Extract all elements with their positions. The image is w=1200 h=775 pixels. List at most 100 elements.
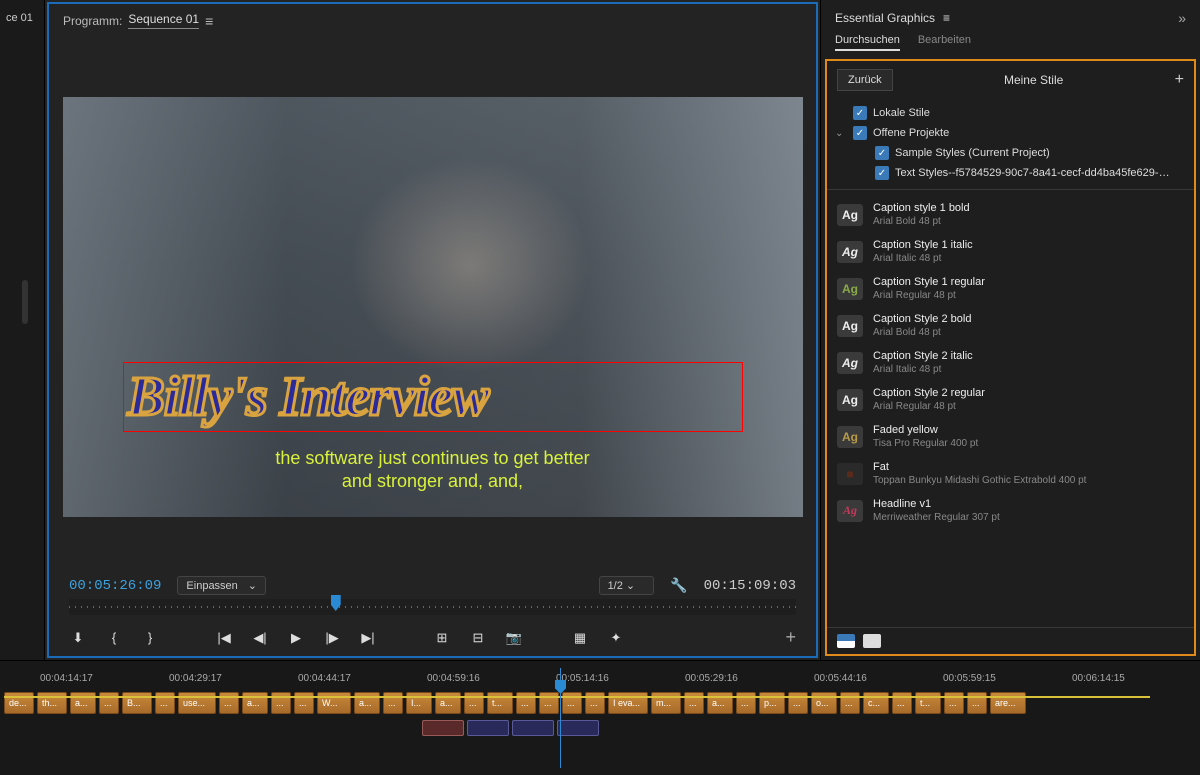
step-back-icon[interactable]: ◀| bbox=[251, 629, 269, 647]
style-item[interactable]: Ag Caption style 1 bold Arial Bold 48 pt bbox=[827, 196, 1194, 233]
step-forward-icon[interactable]: |▶ bbox=[323, 629, 341, 647]
panel-menu-icon[interactable]: ≡ bbox=[943, 11, 950, 25]
graphics-track[interactable] bbox=[418, 718, 1200, 738]
tree-text-styles[interactable]: ✓ Text Styles--f5784529-90c7-8a41-cecf-d… bbox=[833, 163, 1188, 183]
ruler-tick: 00:05:29:16 bbox=[685, 673, 814, 684]
ruler-tick: 00:05:14:16 bbox=[556, 673, 685, 684]
style-font-info: Arial Italic 48 pt bbox=[873, 364, 973, 375]
styles-list[interactable]: Ag Caption style 1 bold Arial Bold 48 pt… bbox=[827, 190, 1194, 627]
tree-local-styles[interactable]: ✓ Lokale Stile bbox=[833, 103, 1188, 123]
caption-track[interactable]: de...th...a......B......use......a......… bbox=[0, 690, 1200, 718]
transport-controls: ⬇ { } |◀ ◀| ▶ |▶ ▶| ⊞ ⊟ 📷 ▦ ✦ + bbox=[49, 621, 816, 656]
ruler-tick: 00:04:44:17 bbox=[298, 673, 427, 684]
work-area-bar[interactable] bbox=[4, 696, 1150, 698]
insert-icon[interactable]: ▦ bbox=[571, 629, 589, 647]
style-swatch: Ag bbox=[837, 500, 863, 522]
extract-icon[interactable]: ⊟ bbox=[469, 629, 487, 647]
sequence-name[interactable]: Sequence 01 bbox=[128, 12, 199, 29]
style-name: Caption Style 2 italic bbox=[873, 350, 973, 362]
timeline-panel[interactable]: 00:04:14:1700:04:29:1700:04:44:1700:04:5… bbox=[0, 661, 1200, 775]
ruler-tick: 00:05:44:16 bbox=[814, 673, 943, 684]
style-name: Caption Style 2 regular bbox=[873, 387, 985, 399]
panel-resize-handle[interactable] bbox=[22, 280, 28, 324]
export-frame-icon[interactable]: 📷 bbox=[505, 629, 523, 647]
mark-clip-icon[interactable]: ⬇ bbox=[69, 629, 87, 647]
ruler-tick: 00:04:29:17 bbox=[169, 673, 298, 684]
style-item[interactable]: Ag Headline v1 Merriweather Regular 307 … bbox=[827, 492, 1194, 529]
program-monitor-panel: Programm: Sequence 01 ≡ Billy's Intervie… bbox=[47, 2, 818, 658]
style-swatch: ■ bbox=[837, 463, 863, 485]
style-item[interactable]: Ag Caption Style 2 bold Arial Bold 48 pt bbox=[827, 307, 1194, 344]
style-font-info: Arial Bold 48 pt bbox=[873, 216, 970, 227]
style-name: Faded yellow bbox=[873, 424, 978, 436]
tab-edit[interactable]: Bearbeiten bbox=[918, 34, 971, 51]
project-sidebar: ce 01 bbox=[0, 0, 45, 660]
style-item[interactable]: ■ Fat Toppan Bunkyu Midashi Gothic Extra… bbox=[827, 455, 1194, 492]
style-item[interactable]: Ag Faded yellow Tisa Pro Regular 400 pt bbox=[827, 418, 1194, 455]
add-style-icon[interactable]: + bbox=[1175, 71, 1184, 89]
add-button-icon[interactable]: + bbox=[785, 627, 796, 648]
my-styles-panel: Zurück Meine Stile + ✓ Lokale Stile ⌄ ✓ … bbox=[825, 59, 1196, 656]
checkbox-icon[interactable]: ✓ bbox=[875, 146, 889, 160]
style-swatch: Ag bbox=[837, 426, 863, 448]
overwrite-icon[interactable]: ✦ bbox=[607, 629, 625, 647]
style-swatch: Ag bbox=[837, 389, 863, 411]
checkbox-icon[interactable]: ✓ bbox=[875, 166, 889, 180]
play-icon[interactable]: ▶ bbox=[287, 629, 305, 647]
program-viewer[interactable]: Billy's Interview the software just cont… bbox=[63, 97, 803, 517]
program-playhead[interactable] bbox=[331, 595, 341, 611]
checkbox-icon[interactable]: ✓ bbox=[853, 106, 867, 120]
timeline-ruler[interactable]: 00:04:14:1700:04:29:1700:04:44:1700:04:5… bbox=[0, 669, 1200, 690]
ruler-tick: 00:04:14:17 bbox=[40, 673, 169, 684]
graphic-clip[interactable] bbox=[467, 720, 509, 736]
style-item[interactable]: Ag Caption Style 1 regular Arial Regular… bbox=[827, 270, 1194, 307]
style-name: Headline v1 bbox=[873, 498, 1000, 510]
style-item[interactable]: Ag Caption Style 2 italic Arial Italic 4… bbox=[827, 344, 1194, 381]
mark-out-icon[interactable]: } bbox=[141, 629, 159, 647]
program-label: Programm: bbox=[63, 14, 122, 28]
zoom-fit-dropdown[interactable]: Einpassen⌄ bbox=[177, 576, 266, 595]
style-font-info: Tisa Pro Regular 400 pt bbox=[873, 438, 978, 449]
go-to-out-icon[interactable]: ▶| bbox=[359, 629, 377, 647]
style-font-info: Arial Regular 48 pt bbox=[873, 401, 985, 412]
expand-panel-icon[interactable]: » bbox=[1178, 10, 1186, 26]
tab-browse[interactable]: Durchsuchen bbox=[835, 34, 900, 51]
style-name: Fat bbox=[873, 461, 1086, 473]
panel-menu-icon[interactable]: ≡ bbox=[205, 13, 213, 29]
go-to-in-icon[interactable]: |◀ bbox=[215, 629, 233, 647]
graphic-clip[interactable] bbox=[512, 720, 554, 736]
tree-open-projects[interactable]: ⌄ ✓ Offene Projekte bbox=[833, 123, 1188, 143]
style-item[interactable]: Ag Caption Style 1 italic Arial Italic 4… bbox=[827, 233, 1194, 270]
tree-sample-styles[interactable]: ✓ Sample Styles (Current Project) bbox=[833, 143, 1188, 163]
style-item[interactable]: Ag Caption Style 2 regular Arial Regular… bbox=[827, 381, 1194, 418]
style-font-info: Toppan Bunkyu Midashi Gothic Extrabold 4… bbox=[873, 475, 1086, 486]
list-view-icon[interactable] bbox=[837, 634, 855, 648]
style-swatch: Ag bbox=[837, 241, 863, 263]
mark-in-icon[interactable]: { bbox=[105, 629, 123, 647]
settings-wrench-icon[interactable]: 🔧 bbox=[670, 577, 687, 594]
checkbox-icon[interactable]: ✓ bbox=[853, 126, 867, 140]
program-scrub-ruler[interactable] bbox=[69, 599, 796, 615]
ruler-tick: 00:05:59:15 bbox=[943, 673, 1072, 684]
grid-view-icon[interactable] bbox=[863, 634, 881, 648]
style-font-info: Arial Italic 48 pt bbox=[873, 253, 973, 264]
current-timecode[interactable]: 00:05:26:09 bbox=[69, 578, 161, 594]
sidebar-tab-fragment[interactable]: ce 01 bbox=[0, 8, 44, 28]
chevron-down-icon[interactable]: ⌄ bbox=[835, 128, 847, 139]
total-duration-timecode[interactable]: 00:15:09:03 bbox=[704, 578, 796, 594]
lift-icon[interactable]: ⊞ bbox=[433, 629, 451, 647]
back-button[interactable]: Zurück bbox=[837, 69, 893, 91]
resolution-dropdown[interactable]: 1/2 ⌄ bbox=[599, 576, 655, 595]
graphic-clip[interactable] bbox=[557, 720, 599, 736]
caption-overlay: the software just continues to get bette… bbox=[63, 447, 803, 494]
style-font-info: Arial Regular 48 pt bbox=[873, 290, 985, 301]
style-font-info: Arial Bold 48 pt bbox=[873, 327, 971, 338]
style-name: Caption Style 2 bold bbox=[873, 313, 971, 325]
title-graphic-text: Billy's Interview bbox=[124, 365, 489, 429]
graphic-clip[interactable] bbox=[422, 720, 464, 736]
chevron-down-icon: ⌄ bbox=[626, 580, 635, 592]
title-graphic-bbox[interactable]: Billy's Interview bbox=[123, 362, 743, 432]
style-swatch: Ag bbox=[837, 204, 863, 226]
styles-section-title: Meine Stile bbox=[893, 73, 1175, 87]
style-swatch: Ag bbox=[837, 352, 863, 374]
